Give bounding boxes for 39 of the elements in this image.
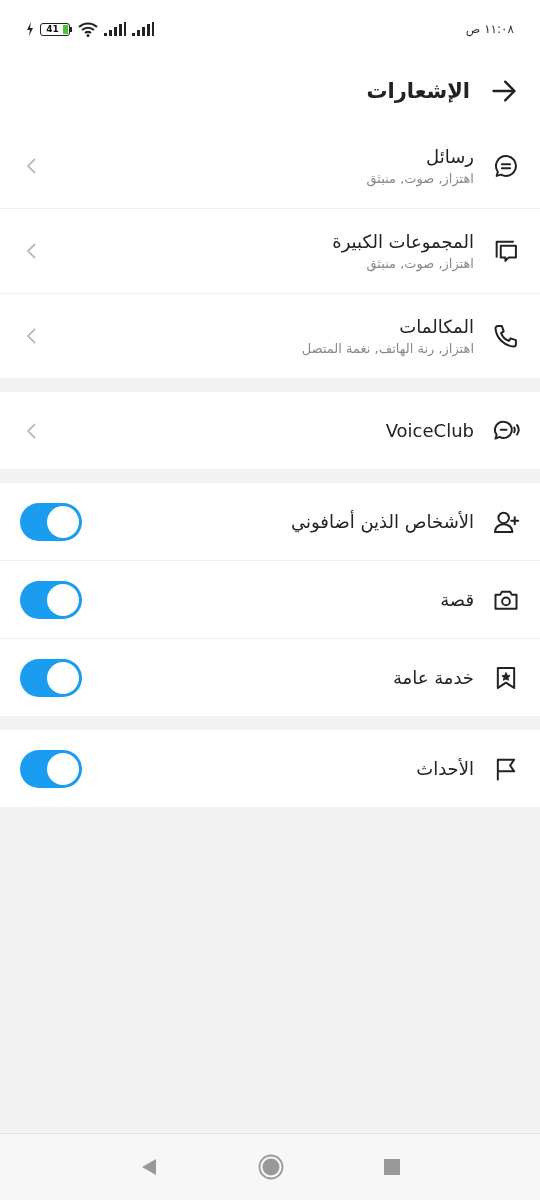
toggle-switch[interactable]	[20, 658, 82, 697]
row-subtitle: اهتزاز, رنة الهاتف, نغمة المتصل	[301, 341, 474, 356]
settings-row[interactable]: رسائل اهتزاز, صوت, منبثق	[0, 124, 540, 208]
signal-icon	[132, 22, 154, 36]
settings-row[interactable]: قصة	[0, 560, 540, 638]
settings-row[interactable]: خدمة عامة	[0, 638, 540, 716]
settings-row[interactable]: الأشخاص الذين أضافوني	[0, 483, 540, 560]
chat-bubble-icon	[492, 152, 520, 180]
row-title: رسائل	[426, 146, 474, 167]
row-subtitle: اهتزاز, صوت, منبثق	[366, 256, 474, 271]
chevron-icon	[24, 241, 38, 261]
row-title: المكالمات	[399, 316, 474, 337]
signal-icon	[104, 22, 126, 36]
row-subtitle: اهتزاز, صوت, منبثق	[366, 171, 474, 186]
row-title: الأحداث	[416, 758, 474, 779]
chevron-icon	[24, 156, 38, 176]
settings-row[interactable]: المجموعات الكبيرة اهتزاز, صوت, منبثق	[0, 208, 540, 293]
status-time: ١١:٠٨ ص	[465, 22, 514, 36]
toggle-switch[interactable]	[20, 749, 82, 788]
toggle-switch[interactable]	[20, 580, 82, 619]
wifi-icon	[78, 21, 98, 37]
battery-fill	[63, 24, 68, 34]
settings-row[interactable]: الأحداث	[0, 730, 540, 807]
charging-icon	[26, 22, 34, 36]
settings-row[interactable]: VoiceClub	[0, 392, 540, 469]
phone-icon	[492, 322, 520, 350]
row-title: قصة	[440, 589, 474, 610]
back-icon[interactable]	[140, 1158, 158, 1176]
row-title: الأشخاص الذين أضافوني	[291, 511, 474, 532]
chevron-icon	[24, 420, 38, 441]
battery-level: 41	[45, 24, 60, 34]
row-title: VoiceClub	[385, 420, 474, 441]
page-title: الإشعارات	[366, 79, 470, 103]
chevron-icon	[24, 326, 38, 346]
home-icon[interactable]	[258, 1154, 284, 1180]
row-title: خدمة عامة	[392, 667, 474, 688]
row-title: المجموعات الكبيرة	[332, 231, 474, 252]
toggle-switch[interactable]	[20, 502, 82, 541]
settings-row[interactable]: المكالمات اهتزاز, رنة الهاتف, نغمة المتصل	[0, 293, 540, 378]
